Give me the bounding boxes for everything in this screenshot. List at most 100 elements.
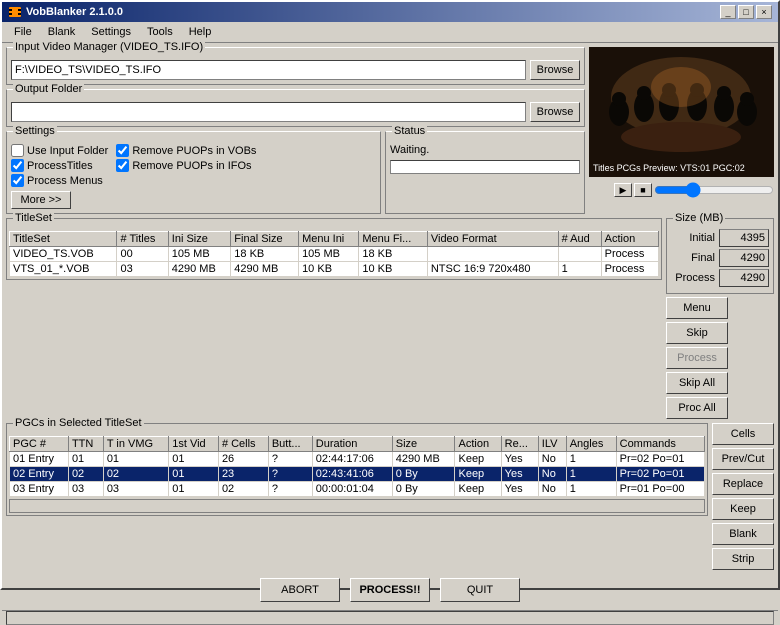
pgc-col-4: # Cells [218,437,268,452]
abort-button[interactable]: ABORT [260,578,340,602]
cell-menuini-0: 105 MB [299,247,359,262]
pgc-col-2: T in VMG [103,437,168,452]
remove-puops-ifos-check[interactable] [116,159,129,172]
strip-btn[interactable]: Strip [712,548,774,570]
col-num-titles: # Titles [117,232,168,247]
process-menus-check[interactable] [11,174,24,187]
process-titles-check[interactable] [11,159,24,172]
proc-all-btn[interactable]: Proc All [666,397,728,419]
pgc-col-12: Commands [616,437,704,452]
size-initial-label: Initial [671,232,715,244]
keep-btn[interactable]: Keep [712,498,774,520]
size-final-row: Final [671,249,769,267]
maximize-button[interactable]: □ [738,5,754,19]
pgc-cell-0-12: Pr=02 Po=01 [616,452,704,467]
pgc-row-2[interactable]: 03 Entry 03 03 01 02 ? 00:00:01:04 0 By … [10,482,705,497]
main-window: VobBlanker 2.1.0.0 _ □ × File Blank Sett… [0,0,780,590]
titleset-section: TitleSet TitleSet # Titles Ini Size Fina… [6,218,774,419]
table-row[interactable]: VTS_01_*.VOB 03 4290 MB 4290 MB 10 KB 10… [10,262,659,277]
cell-numaud-0 [558,247,601,262]
settings-group: Settings Use Input Folder ProcessTitles [6,131,381,214]
status-bar-field [6,611,774,625]
menu-blank[interactable]: Blank [40,24,84,40]
preview-slider[interactable] [654,183,774,197]
prev-play-button[interactable]: ▶ [614,183,632,197]
menu-btn[interactable]: Menu [666,297,728,319]
cell-menufi-0: 18 KB [359,247,428,262]
svg-text:Titles PCGs Preview: VTS:01 PG: Titles PCGs Preview: VTS:01 PGC:02 [593,163,745,173]
top-section: Input Video Manager (VIDEO_TS.IFO) Brows… [6,47,774,214]
size-process-row: Process [671,269,769,287]
pgc-col-8: Action [455,437,501,452]
menu-tools[interactable]: Tools [139,24,181,40]
pgc-cell-2-10: No [538,482,566,497]
pgc-cell-2-2: 03 [103,482,168,497]
remove-puops-vobs-row: Remove PUOPs in VOBs [116,144,256,157]
skip-btn[interactable]: Skip [666,322,728,344]
pgc-cell-2-11: 1 [566,482,616,497]
minimize-button[interactable]: _ [720,5,736,19]
prev-stop-button[interactable]: ■ [634,183,652,197]
cells-btn[interactable]: Cells [712,423,774,445]
size-process-label: Process [671,272,715,284]
pgc-row-1[interactable]: 02 Entry 02 02 01 23 ? 02:43:41:06 0 By … [10,467,705,482]
settings-checkboxes: Use Input Folder ProcessTitles Process M… [11,144,376,209]
cell-numtitles-0: 00 [117,247,168,262]
pgc-cell-2-9: Yes [501,482,538,497]
size-process-value [719,269,769,287]
pgc-cell-1-11: 1 [566,467,616,482]
cell-menufi-1: 10 KB [359,262,428,277]
pgc-row-0[interactable]: 01 Entry 01 01 01 26 ? 02:44:17:06 4290 … [10,452,705,467]
pgc-cell-2-5: ? [268,482,312,497]
skip-all-btn[interactable]: Skip All [666,372,728,394]
status-label: Status [392,125,427,137]
col-final-size: Final Size [231,232,299,247]
more-button[interactable]: More >> [11,191,71,209]
pgc-col-6: Duration [312,437,392,452]
blank-btn[interactable]: Blank [712,523,774,545]
close-button[interactable]: × [756,5,772,19]
output-folder-field[interactable] [11,102,526,122]
cell-videoformat-0 [427,247,558,262]
cell-action-0: Process [601,247,658,262]
settings-col-left: Use Input Folder ProcessTitles Process M… [11,144,108,209]
pgc-horizontal-scrollbar[interactable] [9,499,705,513]
replace-btn[interactable]: Replace [712,473,774,495]
preview-scene: Titles PCGs Preview: VTS:01 PGC:02 [589,47,774,177]
input-video-row: Browse [11,60,580,80]
pgc-cell-0-7: 4290 MB [392,452,455,467]
content-area: Input Video Manager (VIDEO_TS.IFO) Brows… [2,43,778,610]
pgc-cell-0-5: ? [268,452,312,467]
prev-cut-btn[interactable]: Prev/Cut [712,448,774,470]
input-video-field[interactable] [11,60,526,80]
status-bar [2,610,778,625]
cell-finalsize-1: 4290 MB [231,262,299,277]
table-row[interactable]: VIDEO_TS.VOB 00 105 MB 18 KB 105 MB 18 K… [10,247,659,262]
titleset-right: Size (MB) Initial Final Process [666,218,774,419]
pgc-buttons: Cells Prev/Cut Replace Keep Blank Strip [712,423,774,570]
menu-settings[interactable]: Settings [83,24,139,40]
window-title: VobBlanker 2.1.0.0 [26,6,123,18]
process-button[interactable]: PROCESS!! [350,578,430,602]
pgc-table-wrapper[interactable]: PGC # TTN T in VMG 1st Vid # Cells Butt.… [9,436,705,497]
input-video-group: Input Video Manager (VIDEO_TS.IFO) Brows… [6,47,585,85]
input-browse-button[interactable]: Browse [530,60,580,80]
titleset-container: TitleSet TitleSet # Titles Ini Size Fina… [6,218,662,419]
pgc-cell-1-7: 0 By [392,467,455,482]
remove-puops-vobs-check[interactable] [116,144,129,157]
col-menu-fi: Menu Fi... [359,232,428,247]
pgc-cell-1-2: 02 [103,467,168,482]
pgc-cell-1-1: 02 [68,467,103,482]
use-input-folder-label: Use Input Folder [27,145,108,157]
output-browse-button[interactable]: Browse [530,102,580,122]
process-titles-row: ProcessTitles [11,159,108,172]
remove-puops-ifos-row: Remove PUOPs in IFOs [116,159,256,172]
use-input-folder-check[interactable] [11,144,24,157]
process-menus-label: Process Menus [27,175,103,187]
menu-help[interactable]: Help [181,24,220,40]
pgc-cell-1-5: ? [268,467,312,482]
size-final-value [719,249,769,267]
menu-file[interactable]: File [6,24,40,40]
process-btn[interactable]: Process [666,347,728,369]
quit-button[interactable]: QUIT [440,578,520,602]
